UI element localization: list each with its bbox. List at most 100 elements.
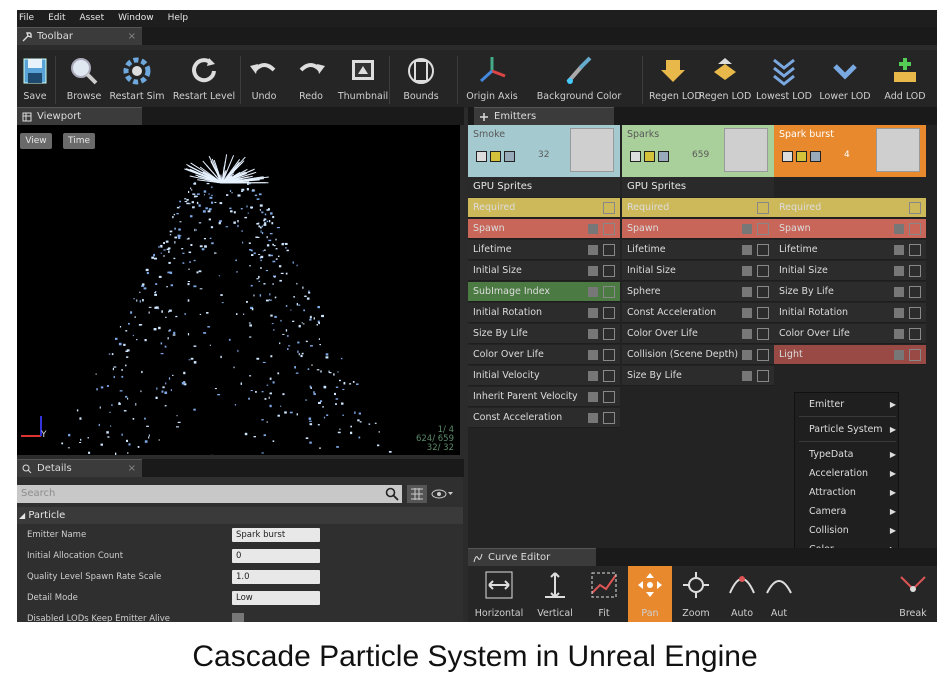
emitter-module[interactable]: Lifetime (774, 240, 926, 260)
module-enable-checkbox[interactable] (742, 287, 752, 297)
context-menu-item[interactable]: Particle System ▶ (795, 420, 900, 439)
horizontal-button[interactable]: Horizontal (468, 566, 530, 622)
add-lod-button[interactable]: Add LOD (879, 50, 931, 108)
property-value-field[interactable]: Low (232, 591, 320, 605)
tab-details[interactable]: Details × (17, 459, 142, 477)
curve-toggle-icon[interactable] (757, 349, 769, 361)
curve-toggle-icon[interactable] (603, 286, 615, 298)
curve-toggle-icon[interactable] (603, 391, 615, 403)
emitter-module[interactable]: Lifetime (468, 240, 620, 260)
emitter-module[interactable]: Size By Life (468, 324, 620, 344)
emitter-type-data[interactable]: GPU Sprites (622, 177, 774, 197)
curve-toggle-icon[interactable] (757, 370, 769, 382)
module-enable-checkbox[interactable] (588, 245, 598, 255)
curve-toggle-icon[interactable] (909, 265, 921, 277)
module-enable-checkbox[interactable] (894, 224, 904, 234)
curve-toggle-icon[interactable] (603, 223, 615, 235)
module-enable-checkbox[interactable] (894, 308, 904, 318)
menu-item-help[interactable]: Help (168, 10, 189, 27)
solo-checkbox[interactable] (490, 151, 501, 162)
emitter-module[interactable]: Const Acceleration (622, 303, 774, 323)
emitter-module[interactable]: Light (774, 345, 926, 365)
enable-checkbox[interactable] (476, 151, 487, 162)
undo-button[interactable]: Undo (245, 50, 283, 108)
tab-viewport[interactable]: Viewport (17, 107, 142, 125)
curve-toggle-icon[interactable] (603, 412, 615, 424)
search-icon[interactable] (385, 487, 399, 501)
curve-toggle-icon[interactable] (909, 328, 921, 340)
module-enable-checkbox[interactable] (742, 266, 752, 276)
curve-toggle-icon[interactable] (757, 244, 769, 256)
module-enable-checkbox[interactable] (894, 350, 904, 360)
property-checkbox[interactable] (232, 613, 244, 622)
module-enable-checkbox[interactable] (588, 329, 598, 339)
emitter-module[interactable]: Required (774, 198, 926, 218)
context-menu-item[interactable]: Attraction ▶ (795, 483, 900, 502)
curve-toggle-icon[interactable] (603, 307, 615, 319)
curve-toggle-icon[interactable] (757, 265, 769, 277)
emitter-module[interactable]: Initial Rotation (468, 303, 620, 323)
property-value-field[interactable]: 0 (232, 549, 320, 563)
emitter-header[interactable]: Smoke 32 (468, 125, 620, 177)
module-enable-checkbox[interactable] (588, 224, 598, 234)
context-menu-item[interactable]: Emitter ▶ (795, 395, 900, 414)
curve-toggle-icon[interactable] (909, 307, 921, 319)
curve-toggle-icon[interactable] (909, 286, 921, 298)
curve-toggle-icon[interactable] (603, 328, 615, 340)
curve-toggle-icon[interactable] (909, 202, 921, 214)
curve-toggle-icon[interactable] (603, 202, 615, 214)
save-button[interactable]: Save (17, 50, 53, 108)
module-enable-checkbox[interactable] (894, 329, 904, 339)
property-value-field[interactable]: Spark burst (232, 528, 320, 542)
emitter-module[interactable]: Spawn (622, 219, 774, 239)
emitter-module[interactable]: Color Over Life (468, 345, 620, 365)
module-enable-checkbox[interactable] (742, 329, 752, 339)
emitter-module[interactable]: Spawn (468, 219, 620, 239)
emitter-module[interactable]: SubImage Index (468, 282, 620, 302)
emitter-module[interactable]: Const Acceleration (468, 408, 620, 428)
emitter-module[interactable]: Initial Rotation (774, 303, 926, 323)
fit-button[interactable]: Fit (580, 566, 628, 622)
auto-button[interactable]: Auto (720, 566, 764, 622)
module-enable-checkbox[interactable] (588, 413, 598, 423)
details-search-input[interactable]: Search (17, 485, 402, 503)
module-enable-checkbox[interactable] (588, 392, 598, 402)
module-enable-checkbox[interactable] (588, 371, 598, 381)
regen-lod-button[interactable]: Regen LOD (649, 50, 702, 108)
particle-viewport[interactable]: View Time Y 1/ 4 624/ 659 32/ 32 (17, 125, 460, 455)
solo-checkbox[interactable] (796, 151, 807, 162)
regen-lod-alt-button[interactable]: Regen LOD (697, 50, 753, 108)
render-mode-icon[interactable] (504, 151, 515, 162)
emitter-type-data[interactable]: GPU Sprites (468, 177, 620, 197)
lowest-lod-button[interactable]: Lowest LOD (754, 50, 814, 108)
bounds-button[interactable]: Bounds (396, 50, 446, 108)
enable-checkbox[interactable] (782, 151, 793, 162)
module-enable-checkbox[interactable] (588, 350, 598, 360)
render-mode-icon[interactable] (658, 151, 669, 162)
module-enable-checkbox[interactable] (588, 308, 598, 318)
emitter-module[interactable]: Color Over Life (774, 324, 926, 344)
emitter-module[interactable]: Sphere (622, 282, 774, 302)
emitter-module[interactable]: Spawn (774, 219, 926, 239)
emitter-module[interactable]: Required (468, 198, 620, 218)
curve-toggle-icon[interactable] (603, 370, 615, 382)
emitter-module[interactable]: Initial Size (774, 261, 926, 281)
close-icon[interactable]: × (128, 28, 136, 46)
thumbnail-button[interactable]: Thumbnail (335, 50, 391, 108)
redo-button[interactable]: Redo (292, 50, 330, 108)
menu-item-edit[interactable]: Edit (48, 10, 65, 27)
eye-icon[interactable] (431, 487, 453, 501)
tab-toolbar[interactable]: Toolbar × (17, 27, 142, 45)
context-menu-item[interactable]: Camera ▶ (795, 502, 900, 521)
emitter-module[interactable]: Size By Life (774, 282, 926, 302)
curve-toggle-icon[interactable] (909, 223, 921, 235)
emitter-module[interactable]: Required (622, 198, 774, 218)
solo-checkbox[interactable] (644, 151, 655, 162)
curve-toggle-icon[interactable] (909, 349, 921, 361)
menu-item-window[interactable]: Window (118, 10, 154, 27)
browse-button[interactable]: Browse (63, 50, 105, 108)
emitter-header[interactable]: Spark burst 4 (774, 125, 926, 177)
module-enable-checkbox[interactable] (742, 224, 752, 234)
render-mode-icon[interactable] (810, 151, 821, 162)
close-icon[interactable]: × (128, 460, 136, 478)
